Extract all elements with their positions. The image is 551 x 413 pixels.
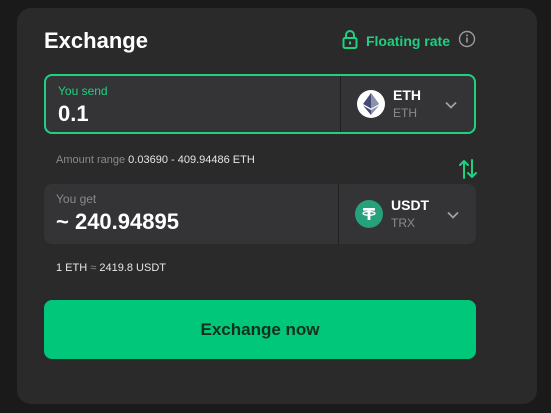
info-icon[interactable] xyxy=(458,30,476,53)
get-currency-select[interactable]: USDT TRX xyxy=(339,184,476,244)
ethereum-icon xyxy=(357,90,385,118)
send-currency-select[interactable]: ETH ETH xyxy=(341,76,474,132)
send-network: ETH xyxy=(393,106,417,120)
lock-icon xyxy=(342,29,358,54)
get-currency-code: USDT xyxy=(391,197,430,213)
chevron-down-icon[interactable] xyxy=(446,208,460,226)
send-currency-code: ETH xyxy=(393,87,421,103)
get-amount-value: ~ 240.94895 xyxy=(56,209,179,234)
amount-range-value: 0.03690 - 409.94486 ETH xyxy=(128,154,255,166)
get-amount-group: You get ~ 240.94895 xyxy=(56,192,179,236)
send-field[interactable]: You send 0.1 ETH ETH xyxy=(44,74,476,134)
send-label: You send xyxy=(58,84,108,98)
rate-approx-symbol: ≈ xyxy=(90,262,97,274)
swap-icon xyxy=(459,159,477,184)
send-amount-group[interactable]: You send 0.1 xyxy=(58,84,108,128)
amount-range-label: Amount range xyxy=(56,154,126,166)
get-label: You get xyxy=(56,192,97,206)
chevron-down-icon[interactable] xyxy=(444,98,458,116)
tether-icon xyxy=(355,200,383,228)
exchange-now-button[interactable]: Exchange now xyxy=(44,300,476,359)
exchange-rate: 1 ETH ≈ 2419.8 USDT xyxy=(56,262,166,274)
rate-to: 2419.8 USDT xyxy=(99,262,167,274)
amount-range: Amount range 0.03690 - 409.94486 ETH xyxy=(56,154,255,166)
rate-from: 1 ETH xyxy=(56,262,88,274)
page-title: Exchange xyxy=(44,28,148,53)
floating-rate-label: Floating rate xyxy=(365,33,450,49)
get-network: TRX xyxy=(391,216,415,230)
send-amount-input[interactable]: 0.1 xyxy=(58,100,108,128)
exchange-header: Exchange Floating rate xyxy=(44,28,476,56)
get-field[interactable]: You get ~ 240.94895 USDT TRX xyxy=(44,184,476,244)
floating-rate-toggle[interactable]: Floating rate xyxy=(342,28,476,54)
swap-button[interactable] xyxy=(459,158,477,185)
